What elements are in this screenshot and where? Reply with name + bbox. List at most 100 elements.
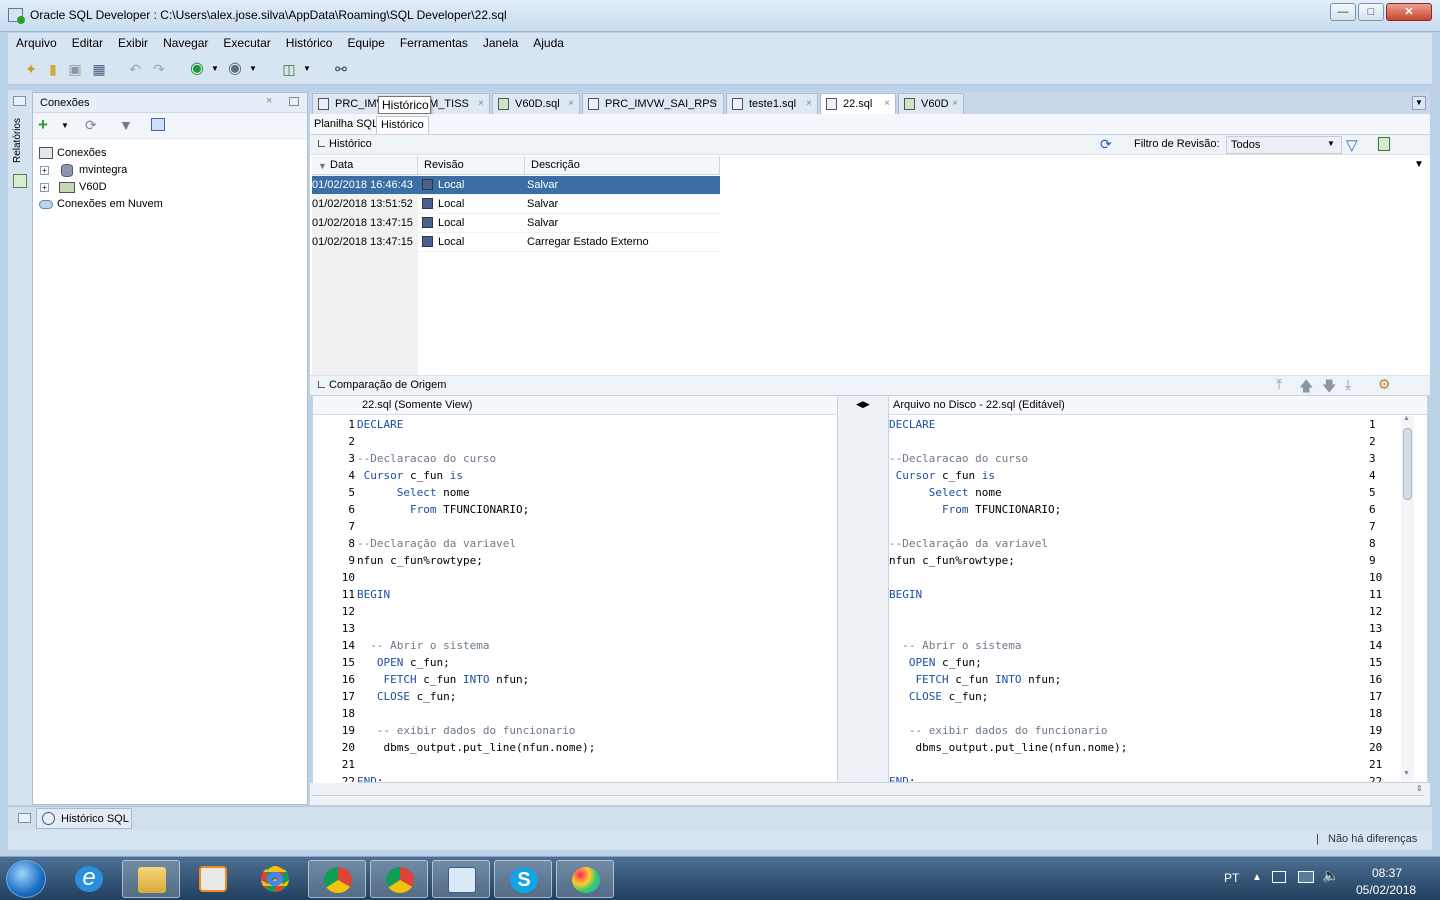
minimize-panel-icon[interactable] [13,96,26,106]
menu-exibir[interactable]: Exibir [110,33,155,50]
network-icon[interactable] [1298,871,1314,883]
menu-editar[interactable]: Editar [64,33,110,50]
sql-connection-icon[interactable]: ◫ [280,60,298,78]
binoculars-icon[interactable]: ⚯ [332,60,350,78]
table-row[interactable]: 01/02/2018 13:47:15 Local Salvar [312,214,720,233]
tree-item-cloud[interactable]: Conexões em Nuvem [37,196,163,213]
swap-panes-icon[interactable]: ◀▶ [856,399,870,410]
clock-time[interactable]: 08:37 [1372,866,1402,880]
menu-historico[interactable]: Histórico [278,33,340,50]
tab-v60d-sql[interactable]: V60D.sql × [492,93,580,114]
undo-icon[interactable]: ↶ [126,60,144,78]
tab-list-dropdown-icon[interactable]: ▼ [1412,96,1426,110]
column-header-revisao[interactable]: Revisão [418,156,525,175]
redo-icon[interactable]: ↷ [150,60,168,78]
chevron-down-icon[interactable]: ▼ [206,60,224,78]
open-folder-icon[interactable]: ▮ [44,60,62,78]
compare-left-pane[interactable]: 22.sql (Somente View) 1 2 3 4 5 6 7 8 9 10 11 12 13 1… [312,395,838,783]
menu-navegar[interactable]: Navegar [155,33,215,50]
vertical-scrollbar[interactable]: ▲ ▼ [1401,415,1414,782]
minimize-panel-icon[interactable] [289,97,299,106]
collapse-icon[interactable] [318,381,325,388]
tab-22-sql[interactable]: 22.sql × [820,93,896,114]
schema-browser-icon[interactable] [151,118,165,131]
maximize-button[interactable]: □ [1358,3,1384,21]
clock-date[interactable]: 05/02/2018 [1356,883,1416,897]
close-tab-icon[interactable]: × [712,94,718,114]
filter-icon[interactable]: ▽ [1346,136,1358,154]
taskbar-chrome-profile-2[interactable] [370,860,428,898]
tree-item-v60d[interactable]: + V60D [37,179,107,196]
start-button[interactable] [6,860,46,898]
taskbar-ie[interactable]: e [60,860,118,898]
menu-equipe[interactable]: Equipe [339,33,391,50]
close-tab-icon[interactable]: × [952,94,958,114]
taskbar-chrome-profile[interactable] [308,860,366,898]
close-button[interactable]: ✕ [1386,3,1432,21]
table-menu-icon[interactable]: ▼ [1414,159,1424,170]
action-center-icon[interactable] [1272,871,1286,883]
tab-prc-imvw-sai-rps[interactable]: PRC_IMVW_SAI_RPS × [582,93,724,114]
new-file-icon[interactable]: ✦ [22,60,40,78]
tab-historico[interactable]: Histórico [376,116,429,134]
revision-filter-select[interactable]: Todos ▼ [1226,136,1342,154]
expand-icon[interactable]: + [40,166,49,175]
menu-executar[interactable]: Executar [215,33,277,50]
compare-right-pane[interactable]: Arquivo no Disco - 22.sql (Editável) DEC… [888,395,1428,783]
back-icon[interactable]: ◉ [188,60,206,78]
menu-janela[interactable]: Janela [475,33,525,50]
show-hidden-icons-icon[interactable]: ▲ [1252,872,1262,883]
settings-icon[interactable]: ⚙ [1378,376,1391,393]
tab-teste1-sql[interactable]: teste1.sql × [726,93,818,114]
chevron-down-icon[interactable]: ▼ [244,60,262,78]
save-all-icon[interactable]: ▦ [90,60,108,78]
scrollbar-thumb[interactable] [1403,428,1412,500]
taskbar-skype[interactable]: S [494,860,552,898]
refresh-icon[interactable]: ⟳ [85,117,97,134]
close-tab-icon[interactable]: × [568,94,574,114]
resize-icon[interactable]: ⇕ [1416,784,1423,793]
chevron-down-icon[interactable]: ▼ [61,121,69,130]
collapse-icon[interactable] [318,140,325,147]
close-tab-icon[interactable]: × [478,94,484,114]
reports-icon[interactable] [13,174,27,188]
taskbar-paint[interactable] [556,860,614,898]
taskbar-chrome[interactable] [246,860,304,898]
volume-icon[interactable]: 🔈 [1322,867,1339,884]
language-indicator[interactable]: PT [1224,871,1239,885]
save-icon[interactable]: ▣ [66,60,84,78]
menu-arquivo[interactable]: Arquivo [8,33,64,50]
table-row[interactable]: 01/02/2018 13:51:52 Local Salvar [312,195,720,214]
close-tab-icon[interactable]: × [884,94,890,114]
tab-historico-sql[interactable]: Histórico SQL [36,808,132,829]
add-connection-icon[interactable]: + [38,115,48,135]
table-row[interactable]: 01/02/2018 13:47:15 Local Carregar Estado … [312,233,720,252]
table-row[interactable]: 01/02/2018 16:46:43 Local Salvar [312,176,720,195]
first-difference-icon[interactable]: ⤒ [1276,376,1282,393]
expand-icon[interactable]: + [40,183,49,192]
scroll-down-icon[interactable]: ▼ [1403,770,1410,777]
forward-icon[interactable]: ◉ [226,60,244,78]
scroll-up-icon[interactable]: ▲ [1403,415,1410,422]
column-header-descricao[interactable]: Descrição [525,156,720,175]
tab-planilha-sql[interactable]: Planilha SQL [310,116,382,134]
taskbar-media-player[interactable] [184,860,242,898]
filter-icon[interactable]: ▼ [119,117,133,133]
close-tab-icon[interactable]: × [806,94,812,114]
taskbar-explorer[interactable] [122,860,180,898]
minimize-button[interactable]: — [1330,3,1356,21]
restore-panel-icon[interactable] [18,813,31,823]
menu-ajuda[interactable]: Ajuda [525,33,571,50]
menu-ferramentas[interactable]: Ferramentas [392,33,475,50]
merge-icon[interactable] [1378,137,1390,151]
editor-horizontal-scrollbar[interactable]: ⇕ [310,783,1430,805]
tree-item-mvintegra[interactable]: + mvintegra [37,162,127,179]
chevron-down-icon[interactable]: ▼ [298,60,316,78]
tree-root-connections[interactable]: Conexões [37,145,107,162]
last-difference-icon[interactable]: ⤓ [1345,376,1351,393]
taskbar-sql-developer[interactable] [432,860,490,898]
reports-side-tab[interactable]: Relatórios [12,118,23,163]
tab-v60d[interactable]: V60D × [898,93,964,114]
column-header-data[interactable]: ▼ Data [312,156,418,175]
close-panel-icon[interactable]: × [266,95,272,107]
